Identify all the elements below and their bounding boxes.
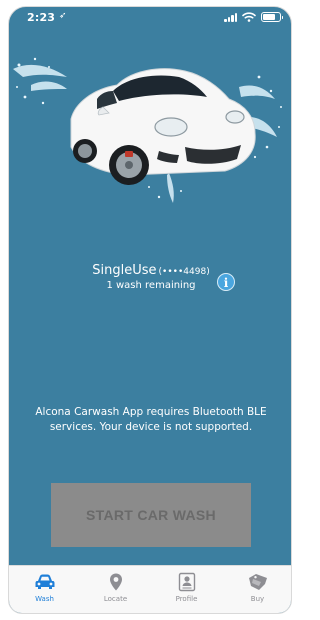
- tab-profile[interactable]: Profile: [151, 566, 222, 613]
- card-mask: (••••4498): [158, 267, 210, 277]
- profile-card-icon: [178, 572, 195, 592]
- tab-buy[interactable]: Buy: [222, 566, 291, 613]
- status-time: 2:23: [27, 11, 56, 24]
- plan-info: SingleUse (••••4498) 1 wash remaining: [9, 263, 291, 291]
- car-icon: [35, 574, 54, 589]
- car-splash-illustration: [13, 57, 282, 203]
- location-services-icon: ➶: [59, 11, 67, 21]
- status-icons: [224, 12, 283, 22]
- info-icon[interactable]: i: [217, 273, 235, 291]
- tab-label: Wash: [35, 595, 54, 603]
- bluetooth-unsupported-message: Alcona Carwash App requires Bluetooth BL…: [35, 406, 267, 433]
- tab-label: Buy: [250, 595, 265, 603]
- tab-label: Profile: [175, 595, 198, 603]
- tag-icon: [248, 574, 267, 590]
- status-bar: 2:23 ➶: [9, 7, 291, 29]
- washes-remaining: 1 wash remaining: [106, 280, 196, 291]
- plan-name: SingleUse: [92, 263, 157, 278]
- start-car-wash-button[interactable]: START CAR WASH: [51, 483, 251, 547]
- tab-bar: Wash Locate Profile Buy: [9, 565, 291, 613]
- battery-icon: [261, 12, 283, 22]
- wifi-icon: [242, 12, 256, 22]
- location-pin-icon: [109, 573, 122, 591]
- tab-wash[interactable]: Wash: [9, 566, 80, 613]
- plan-line: SingleUse (••••4498): [9, 263, 291, 278]
- tab-label: Locate: [103, 595, 128, 603]
- app-screen: 2:23 ➶ SingleUse (••••4498) 1 wash remai…: [8, 6, 292, 614]
- tab-locate[interactable]: Locate: [80, 566, 151, 613]
- cellular-signal-icon: [224, 12, 237, 22]
